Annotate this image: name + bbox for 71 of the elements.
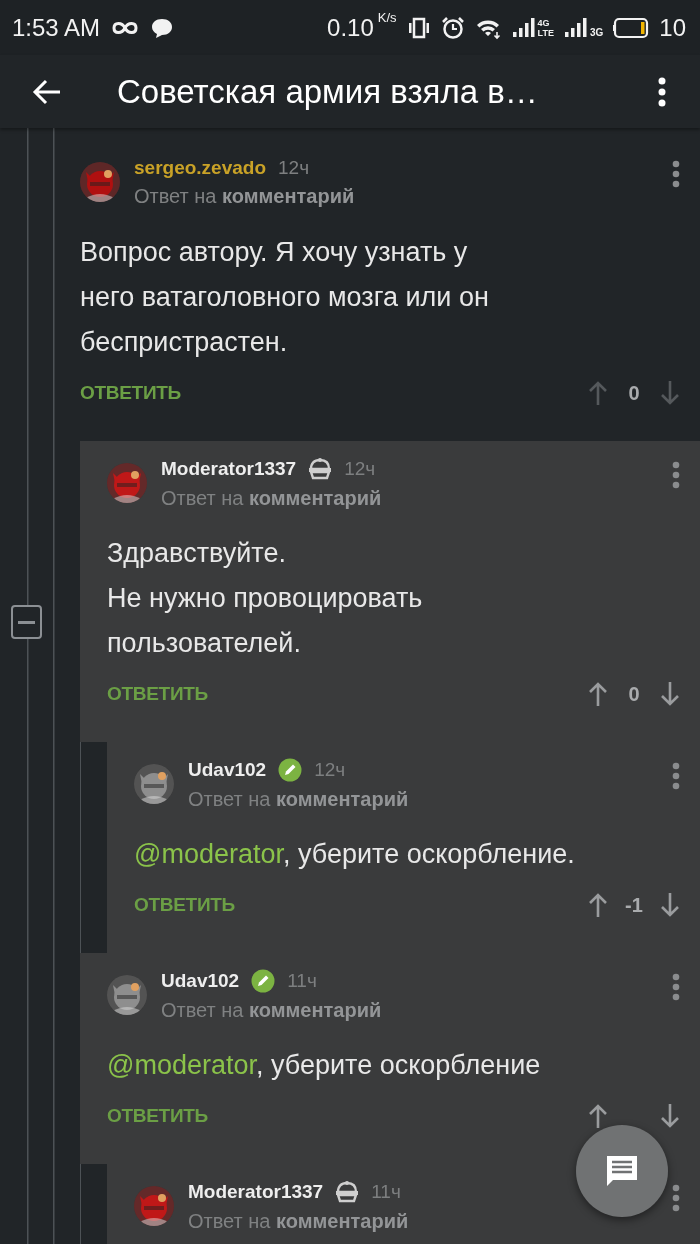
pencil-icon <box>278 757 303 782</box>
back-arrow-icon <box>32 78 62 105</box>
down-arrow-icon <box>660 380 680 406</box>
message-icon <box>604 1153 640 1189</box>
timestamp: 12ч <box>314 758 346 781</box>
down-arrow-icon <box>660 681 680 707</box>
upvote-button[interactable] <box>588 681 608 707</box>
mention-link[interactable]: @moderator <box>134 839 283 869</box>
up-arrow-icon <box>588 892 608 918</box>
cupcake-icon <box>308 456 333 481</box>
timestamp: 11ч <box>371 1180 401 1203</box>
network-type: LTE <box>537 27 554 38</box>
reply-context: Ответ на комментарий <box>188 787 410 811</box>
alarm-icon <box>440 15 465 40</box>
reply-button[interactable]: ОТВЕТИТЬ <box>107 683 208 705</box>
network-type: 4G <box>537 17 551 28</box>
reply-button[interactable]: ОТВЕТИТЬ <box>134 894 235 916</box>
kebab-menu-icon <box>658 76 666 107</box>
upvote-button[interactable] <box>588 380 608 406</box>
cupcake-icon <box>335 1179 360 1204</box>
network-type: 3G <box>589 27 604 38</box>
username[interactable]: Moderator1337 <box>161 457 297 480</box>
kebab-menu-icon <box>672 160 680 188</box>
signal-icon <box>511 16 536 39</box>
kebab-menu-icon <box>672 461 680 489</box>
kebab-menu-icon <box>672 1184 680 1212</box>
speed-unit: K/s <box>377 10 397 25</box>
reply-context: Ответ на комментарий <box>134 184 356 208</box>
upvote-button[interactable] <box>588 1103 608 1129</box>
collapse-button[interactable] <box>11 605 42 639</box>
downvote-button[interactable] <box>660 380 680 406</box>
vibrate-icon <box>406 15 431 40</box>
username[interactable]: Udav102 <box>188 758 267 781</box>
kebab-menu-icon <box>672 973 680 1001</box>
reply-context: Ответ на комментарий <box>161 998 383 1022</box>
battery-percent: 10 <box>659 13 686 42</box>
timestamp: 12ч <box>278 156 310 179</box>
comment-text: Здравствуйте. Не нужно провоцировать пользователей. <box>107 537 424 660</box>
comment-text: @moderator, уберите оскорбление <box>107 1049 542 1082</box>
comment-text: Вопрос автору. Я хочу узнать у него ватаголовного мозга или он беспристрастен. <box>80 236 490 359</box>
username[interactable]: Udav102 <box>161 969 240 992</box>
network-speed: 0.10 <box>327 13 374 42</box>
downvote-button[interactable] <box>660 681 680 707</box>
mention-link[interactable]: @moderator <box>107 1050 256 1080</box>
username[interactable]: sergeo.zevado <box>134 156 266 179</box>
minus-icon <box>18 620 35 624</box>
up-arrow-icon <box>588 681 608 707</box>
comment-text: @moderator, уберите оскорбление. <box>134 838 576 871</box>
reply-button[interactable]: ОТВЕТИТЬ <box>80 382 181 404</box>
downvote-button[interactable] <box>660 1103 680 1129</box>
reply-button[interactable]: ОТВЕТИТЬ <box>107 1105 208 1127</box>
timestamp: 11ч <box>287 969 317 992</box>
downvote-button[interactable] <box>660 892 680 918</box>
vote-score: 0 <box>627 682 641 706</box>
clock-time: 1:53 AM <box>12 13 101 42</box>
signal-icon <box>563 16 588 39</box>
page-title: Советская армия взяла в… <box>117 72 538 111</box>
up-arrow-icon <box>588 1103 608 1129</box>
battery-icon <box>613 16 650 39</box>
pencil-icon <box>251 968 276 993</box>
up-arrow-icon <box>588 380 608 406</box>
down-arrow-icon <box>660 1103 680 1129</box>
down-arrow-icon <box>660 892 680 918</box>
upvote-button[interactable] <box>588 892 608 918</box>
vote-score: 0 <box>627 381 641 405</box>
kebab-menu-icon <box>672 762 680 790</box>
reply-context: Ответ на комментарий <box>188 1209 410 1233</box>
reply-context: Ответ на комментарий <box>161 486 383 510</box>
vote-score: -1 <box>624 893 644 917</box>
timestamp: 12ч <box>344 457 376 480</box>
username[interactable]: Moderator1337 <box>188 1180 324 1203</box>
